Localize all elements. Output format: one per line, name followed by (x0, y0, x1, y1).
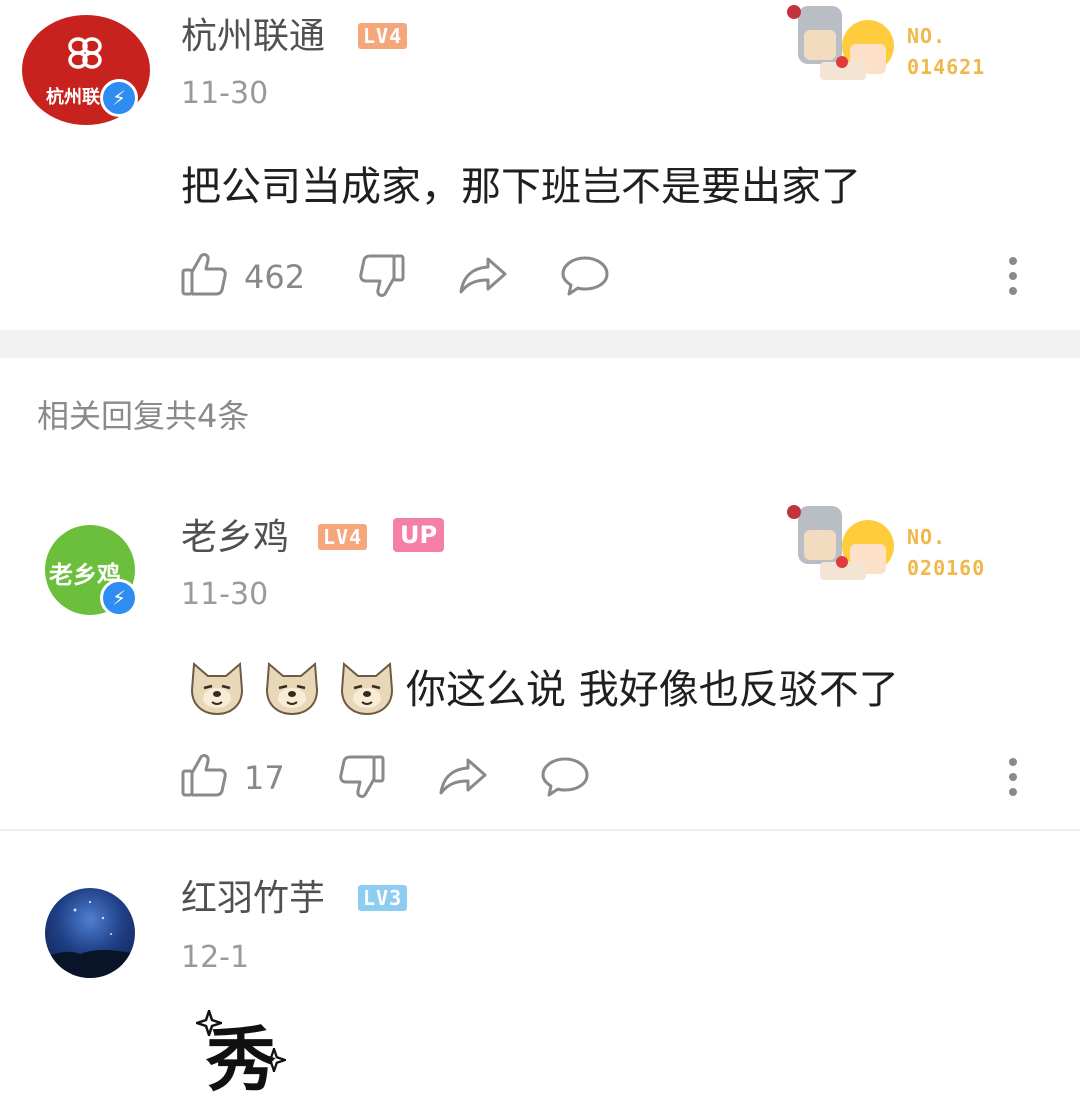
reply-icon[interactable] (540, 756, 590, 798)
up-badge: UP (393, 518, 445, 552)
badge-number: 020160 (907, 556, 986, 580)
china-unicom-logo-icon (62, 33, 108, 77)
comment-date: 11-30 (181, 577, 269, 612)
sparkle-icon (259, 1045, 289, 1076)
share-icon[interactable] (438, 756, 488, 796)
section-divider (0, 330, 1080, 358)
doge-emoji-icon (263, 660, 321, 720)
verified-badge-icon: ⚡ (100, 579, 138, 617)
comment-text: 你这么说 我好像也反驳不了 (406, 667, 899, 713)
replies-header: 相关回复共4条 (37, 397, 250, 435)
dislike-icon[interactable] (338, 754, 386, 800)
username[interactable]: 老乡鸡 (181, 518, 289, 558)
share-icon[interactable] (458, 255, 508, 295)
badge-no-label: NO. (907, 525, 947, 549)
like-count: 17 (244, 759, 285, 797)
fan-badge-decoration-icon (784, 0, 902, 88)
like-icon[interactable] (180, 251, 228, 297)
reply-icon[interactable] (560, 255, 610, 297)
username[interactable]: 红羽竹芋 (181, 879, 325, 919)
avatar-label: 杭州联 (46, 87, 100, 108)
like-icon[interactable] (180, 752, 228, 798)
more-icon[interactable] (1005, 757, 1021, 797)
avatar[interactable] (45, 888, 135, 978)
level-badge: LV3 (358, 885, 408, 911)
like-count: 462 (244, 258, 306, 296)
comment-date: 12-1 (181, 940, 250, 975)
badge-no-label: NO. (907, 24, 947, 48)
reply-divider (0, 829, 1080, 831)
comment-text: 把公司当成家，那下班岂不是要出家了 (181, 164, 861, 210)
more-icon[interactable] (1005, 256, 1021, 296)
badge-number: 014621 (907, 55, 986, 79)
username[interactable]: 杭州联通 (181, 17, 325, 57)
doge-emoji-icon (338, 660, 396, 720)
level-badge: LV4 (318, 524, 368, 550)
comment-date: 11-30 (181, 76, 269, 111)
level-badge: LV4 (358, 23, 408, 49)
dislike-icon[interactable] (358, 253, 406, 299)
verified-badge-icon: ⚡ (100, 79, 138, 117)
fan-badge-decoration-icon (784, 500, 902, 588)
doge-emoji-icon (188, 660, 246, 720)
